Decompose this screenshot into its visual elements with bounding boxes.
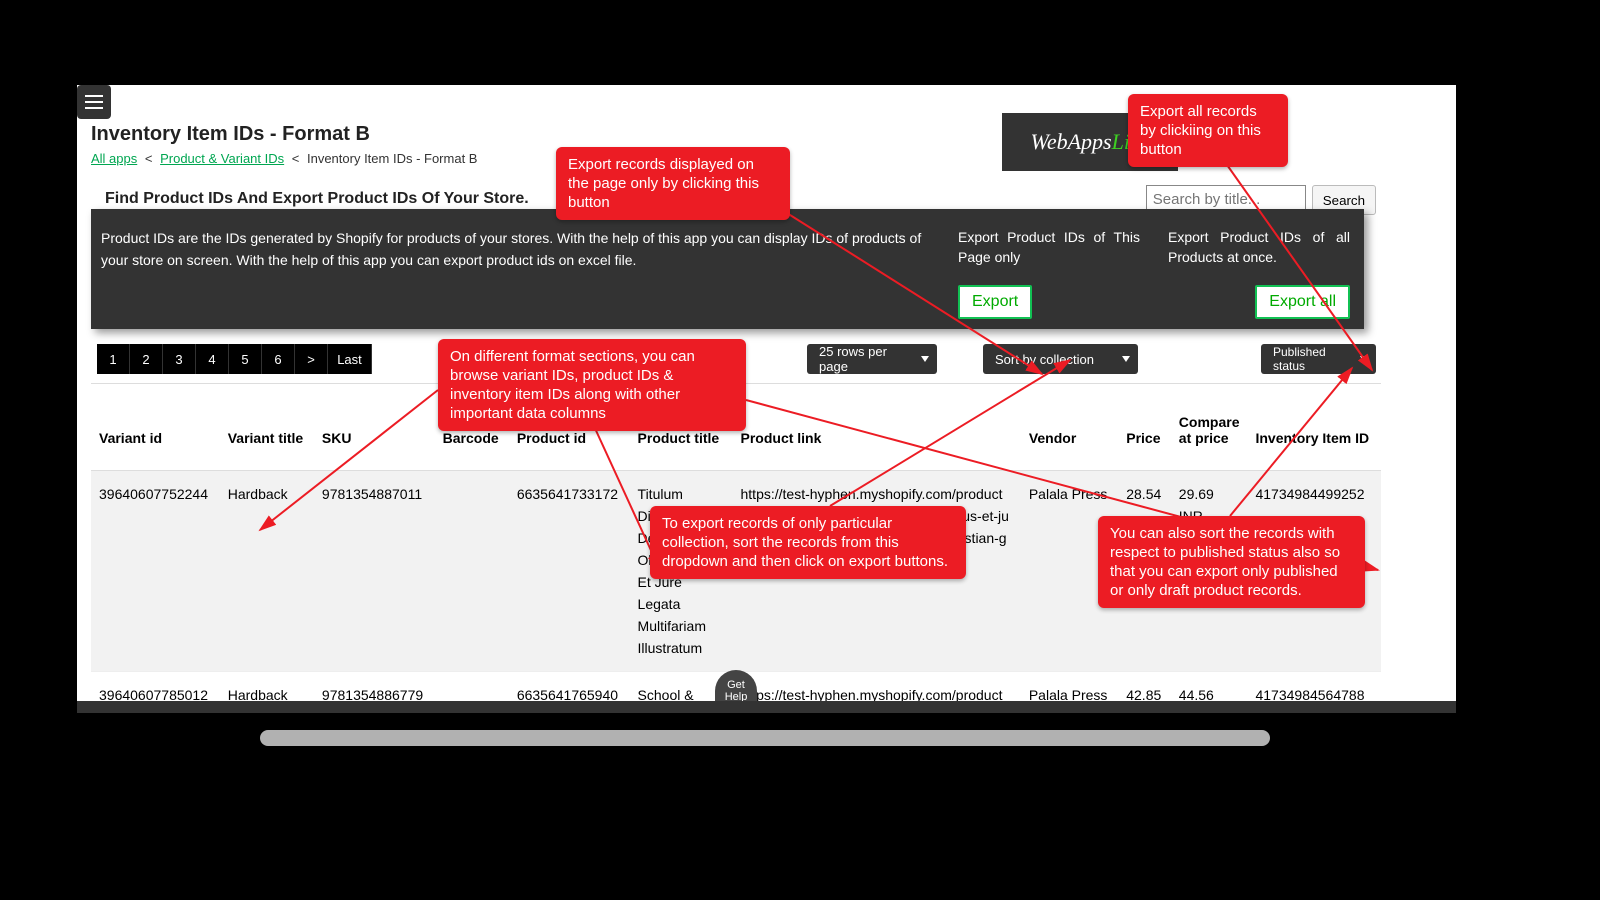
callout-formats: On different format sections, you can br…	[438, 339, 746, 431]
cell-product-id: 6635641733172	[509, 471, 630, 672]
pager-last[interactable]: Last	[328, 344, 372, 374]
pager-next[interactable]: >	[295, 344, 328, 374]
th-sku[interactable]: SKU	[314, 384, 435, 471]
th-vendor[interactable]: Vendor	[1021, 384, 1118, 471]
pager-2[interactable]: 2	[130, 344, 163, 374]
th-inventory[interactable]: Inventory Item ID	[1247, 384, 1381, 471]
hamburger-button[interactable]	[77, 85, 111, 119]
cell-variant-id: 39640607752244	[91, 471, 220, 672]
cell-sku: 9781354887011	[314, 471, 435, 672]
breadcrumb-current: Inventory Item IDs - Format B	[307, 151, 478, 166]
th-variant-title[interactable]: Variant title	[220, 384, 314, 471]
pager-5[interactable]: 5	[229, 344, 262, 374]
cell-barcode	[435, 471, 509, 672]
th-product-link[interactable]: Product link	[733, 384, 1021, 471]
info-description: Product IDs are the IDs generated by Sho…	[91, 209, 944, 329]
rows-per-page-select[interactable]: 25 rows per page	[807, 344, 937, 374]
callout-collection-sort: To export records of only particular col…	[650, 506, 966, 579]
page-subheading: Find Product IDs And Export Product IDs …	[105, 190, 529, 208]
th-price[interactable]: Price	[1118, 384, 1171, 471]
footer-bar	[77, 701, 1456, 713]
pager-4[interactable]: 4	[196, 344, 229, 374]
horizontal-scrollbar-thumb[interactable]	[260, 730, 1270, 746]
export-page-button[interactable]: Export	[958, 285, 1032, 319]
export-all-column: Export Product IDs of all Products at on…	[1154, 209, 1364, 329]
callout-published-sort: You can also sort the records with respe…	[1098, 516, 1365, 608]
breadcrumb-all-apps[interactable]: All apps	[91, 151, 137, 166]
page-title: Inventory Item IDs - Format B	[91, 123, 370, 146]
published-status-select[interactable]: Published status	[1261, 344, 1376, 374]
breadcrumb-sep: <	[292, 151, 300, 166]
pager-3[interactable]: 3	[163, 344, 196, 374]
pager-1[interactable]: 1	[97, 344, 130, 374]
breadcrumb-sep: <	[145, 151, 153, 166]
export-all-button[interactable]: Export all	[1255, 285, 1350, 319]
export-all-heading: Export Product IDs of all Products at on…	[1168, 227, 1350, 267]
export-page-heading: Export Product IDs of This Page only	[958, 227, 1140, 267]
info-export-bar: Product IDs are the IDs generated by Sho…	[91, 209, 1364, 329]
cell-variant-title: Hardback	[220, 471, 314, 672]
callout-export-all: Export all records by clickiing on this …	[1128, 94, 1288, 167]
breadcrumb-product-variant[interactable]: Product & Variant IDs	[160, 151, 284, 166]
breadcrumb: All apps < Product & Variant IDs < Inven…	[91, 151, 477, 166]
pager-6[interactable]: 6	[262, 344, 295, 374]
callout-export-page: Export records displayed on the page onl…	[556, 147, 790, 220]
th-variant-id[interactable]: Variant id	[91, 384, 220, 471]
pager: 1 2 3 4 5 6 > Last	[97, 344, 372, 374]
sort-by-collection-select[interactable]: Sort by collection	[983, 344, 1138, 374]
export-page-column: Export Product IDs of This Page only Exp…	[944, 209, 1154, 329]
th-compare[interactable]: Compare at price	[1171, 384, 1248, 471]
